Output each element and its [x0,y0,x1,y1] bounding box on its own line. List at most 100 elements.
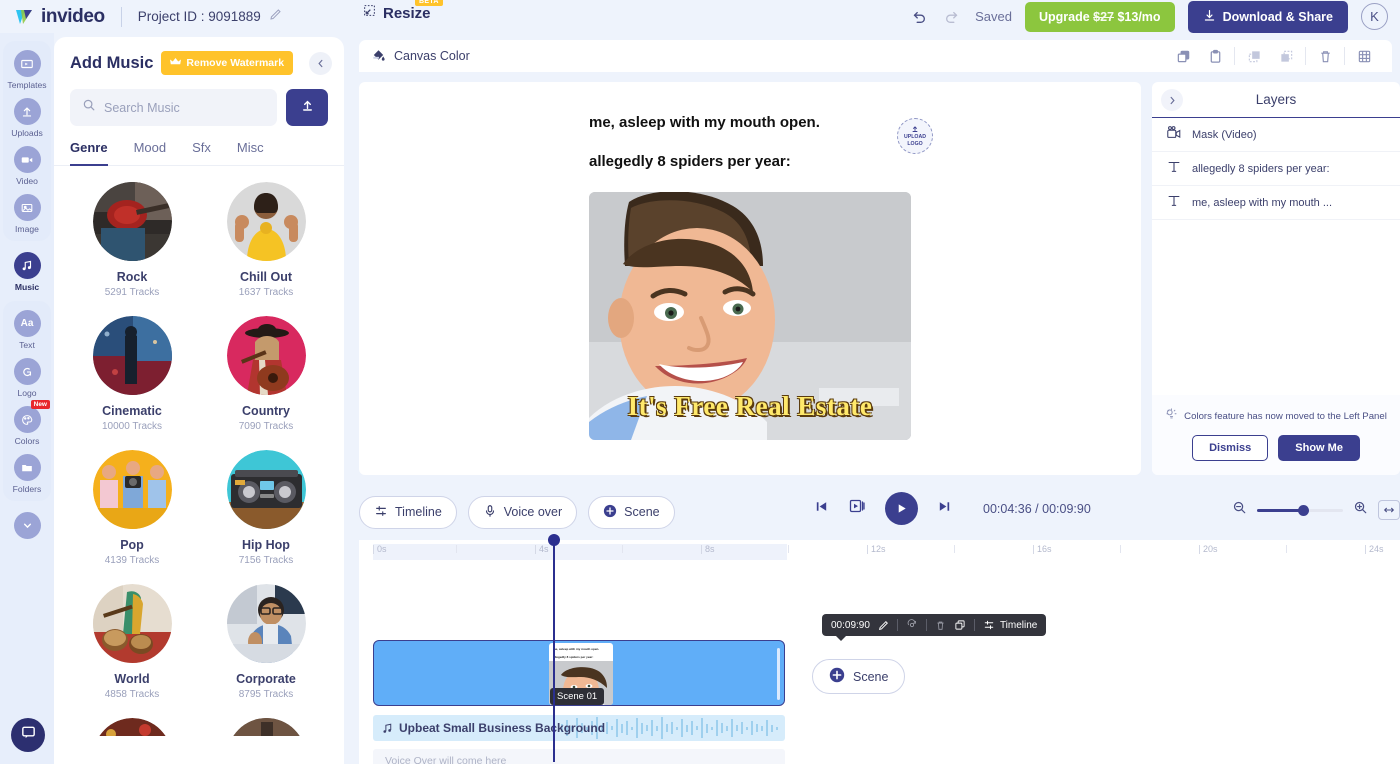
zoom-slider[interactable] [1257,504,1343,516]
chat-support-button[interactable] [11,718,45,752]
bring-forward-icon[interactable] [1238,40,1270,72]
dismiss-button[interactable]: Dismiss [1192,435,1269,461]
genre-card[interactable]: Rock 5291 Tracks [70,182,194,298]
sidebar-item-templates[interactable]: Templates [3,45,51,93]
undo-icon[interactable] [909,7,929,27]
time-separator: / [1035,502,1039,516]
voice-over-button[interactable]: Voice over [467,495,578,529]
download-share-button[interactable]: Download & Share [1187,0,1348,33]
show-me-button[interactable]: Show Me [1278,435,1360,461]
trash-icon[interactable] [935,620,946,631]
clip-resize-handle[interactable] [777,648,780,700]
genre-card[interactable]: Pop 4139 Tracks [70,450,194,566]
genre-card[interactable] [204,718,328,736]
genre-card[interactable]: Country 7090 Tracks [204,316,328,432]
panel-collapse-button[interactable] [309,51,332,75]
fit-to-screen-button[interactable] [1378,500,1400,520]
zoom-out-icon[interactable] [1232,500,1247,520]
genre-track-count: 7156 Tracks [238,555,294,566]
skip-next-icon[interactable] [937,499,952,519]
copy-icon[interactable] [1167,40,1199,72]
music-icon [13,252,41,279]
play-button[interactable] [885,492,918,525]
layers-expand-button[interactable] [1161,89,1183,111]
voice-over-track[interactable]: Voice Over will come here [373,749,785,764]
zoom-slider-handle[interactable] [1298,504,1309,516]
meme-photo[interactable]: It's Free Real Estate [589,192,911,440]
layer-item-mask-video[interactable]: Mask (Video) [1152,118,1400,152]
upload-music-button[interactable] [286,89,328,126]
duplicate-icon[interactable] [954,619,966,631]
context-timeline-button[interactable]: Timeline [983,619,1037,631]
delete-icon[interactable] [1309,40,1341,72]
ruler-tick: 16s [1033,544,1052,554]
context-divider [896,619,898,631]
redo-icon[interactable] [942,7,962,27]
genre-name: Corporate [236,672,296,686]
transition-icon[interactable] [906,619,918,631]
pencil-icon[interactable] [878,620,889,631]
preview-icon[interactable] [848,497,866,520]
caption-line-1[interactable]: me, asleep with my mouth open. [589,114,820,131]
sidebar-item-video[interactable]: Video [3,141,51,189]
genre-card[interactable]: Corporate 8795 Tracks [204,584,328,700]
upload-logo-placeholder[interactable]: UPLOAD LOGO [897,118,933,154]
sidebar-item-colors[interactable]: New Colors [3,400,51,449]
genre-card[interactable] [70,718,194,736]
grid-icon[interactable] [1348,40,1380,72]
edit-project-pencil-icon[interactable] [269,8,282,26]
playhead[interactable] [548,534,560,762]
sidebar-label: Image [15,224,39,234]
sidebar-item-uploads[interactable]: Uploads [3,93,51,141]
clip-thumb-caption-2: allegedly 8 spiders per year: [553,655,594,659]
tab-sfx[interactable]: Sfx [192,140,211,166]
sidebar-item-music[interactable]: Music [3,247,51,295]
tab-mood[interactable]: Mood [134,140,167,166]
audio-clip[interactable]: Upbeat Small Business Background [373,715,785,741]
add-scene-button[interactable]: Scene [812,659,906,694]
sidebar-more-button[interactable] [3,507,51,542]
playhead-handle[interactable] [548,534,560,546]
tab-misc[interactable]: Misc [237,140,264,166]
video-frame[interactable]: me, asleep with my mouth open. allegedly… [559,82,941,475]
genre-thumbnail [92,182,172,261]
colors-moved-tip: Colors feature has now moved to the Left… [1152,395,1400,475]
context-divider [925,619,927,631]
skip-previous-icon[interactable] [814,499,829,519]
remove-watermark-button[interactable]: Remove Watermark [161,51,294,75]
send-backward-icon[interactable] [1270,40,1302,72]
paste-icon[interactable] [1199,40,1231,72]
genre-card[interactable]: Cinematic 10000 Tracks [70,316,194,432]
brand-logo[interactable]: invideo [0,6,105,28]
caption-line-2[interactable]: allegedly 8 spiders per year: [589,153,791,170]
audio-track-label: Upbeat Small Business Background [399,721,606,735]
tab-genre[interactable]: Genre [70,140,108,166]
canvas-color-button[interactable]: Canvas Color [371,47,470,65]
scene-clip[interactable]: me, asleep with my mouth open. allegedly… [373,640,785,706]
genre-track-count: 4858 Tracks [104,689,160,700]
resize-control[interactable]: Resize BETA [363,0,443,22]
zoom-in-icon[interactable] [1353,500,1368,520]
genre-name: Pop [120,538,144,552]
upgrade-button[interactable]: Upgrade $27 $13/mo [1024,1,1175,32]
sidebar-item-logo[interactable]: Logo [3,353,51,401]
search-box[interactable] [70,89,277,126]
add-scene-top-button[interactable]: Scene [588,495,675,529]
sidebar-item-image[interactable]: Image [3,189,51,237]
layer-item-text-1[interactable]: allegedly 8 spiders per year: [1152,152,1400,186]
sidebar-item-folders[interactable]: Folders [3,449,51,497]
lightbulb-icon [1165,407,1178,425]
genre-card[interactable]: World 4858 Tracks [70,584,194,700]
ruler-tick-minor [622,545,623,553]
genre-thumbnail [226,450,306,529]
genre-card[interactable]: Hip Hop 7156 Tracks [204,450,328,566]
ruler-tick-minor [456,545,457,553]
genre-card[interactable]: Chill Out 1637 Tracks [204,182,328,298]
timeline-button[interactable]: Timeline [359,495,457,529]
avatar[interactable]: K [1361,3,1388,30]
timeline-ruler[interactable]: 0s 4s 8s 12s 16s 20s 24s [359,540,1400,562]
search-input[interactable] [104,100,265,115]
layer-item-text-2[interactable]: me, asleep with my mouth ... [1152,186,1400,220]
add-scene-label: Scene [853,669,889,684]
sidebar-item-text[interactable]: Aa Text [3,305,51,353]
